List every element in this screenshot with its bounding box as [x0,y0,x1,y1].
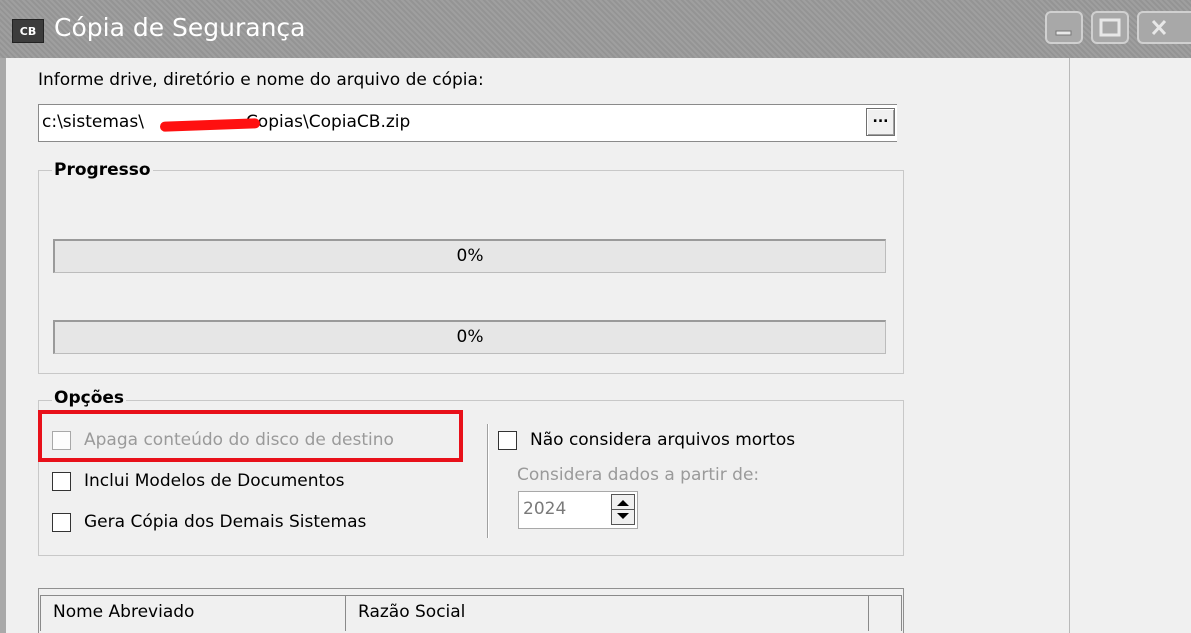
ignore-dead-files-label: Não considera arquivos mortos [530,430,796,450]
side-pane [1069,58,1191,633]
column-header-short-name[interactable]: Nome Abreviado [40,595,346,631]
file-path-label: Informe drive, diretório e nome do arqui… [38,70,484,90]
minimize-button[interactable] [1045,11,1083,44]
column-header-company-name[interactable]: Razão Social [345,595,869,631]
copy-other-systems-label: Gera Cópia dos Demais Sistemas [84,512,367,532]
include-templates-label: Inclui Modelos de Documentos [84,471,345,491]
consider-data-from-label: Considera dados a partir de: [517,465,760,485]
app-icon: CB [12,19,44,43]
path-suffix: Copias\CopiaCB.zip [245,112,411,132]
maximize-button[interactable] [1091,11,1129,44]
year-spin-buttons[interactable] [611,494,635,525]
maximize-icon [1099,18,1121,37]
ignore-dead-files-checkbox[interactable] [498,431,517,450]
highlight-box [38,410,463,462]
spin-arrows-icon [612,500,634,519]
title-bar: CB Cópia de Segurança [0,0,1191,58]
year-value: 2024 [523,499,567,519]
copy-other-systems-checkbox[interactable] [52,513,71,532]
progress-bar-2: 0% [53,320,886,354]
progress-bar-1: 0% [53,239,886,273]
path-prefix: c:\sistemas\ [42,112,144,132]
progress-percent-2: 0% [456,327,484,347]
close-button[interactable] [1137,11,1191,44]
window-title: Cópia de Segurança [54,13,306,42]
progress-group-title: Progresso [52,160,153,180]
close-icon [1151,19,1167,36]
progress-percent-1: 0% [456,246,484,266]
browse-button[interactable]: ... [866,108,895,136]
options-group-title: Opções [52,388,127,408]
options-divider [487,424,489,538]
column-header-empty [868,595,902,631]
include-templates-checkbox[interactable] [52,472,71,491]
minimize-icon [1055,30,1072,36]
